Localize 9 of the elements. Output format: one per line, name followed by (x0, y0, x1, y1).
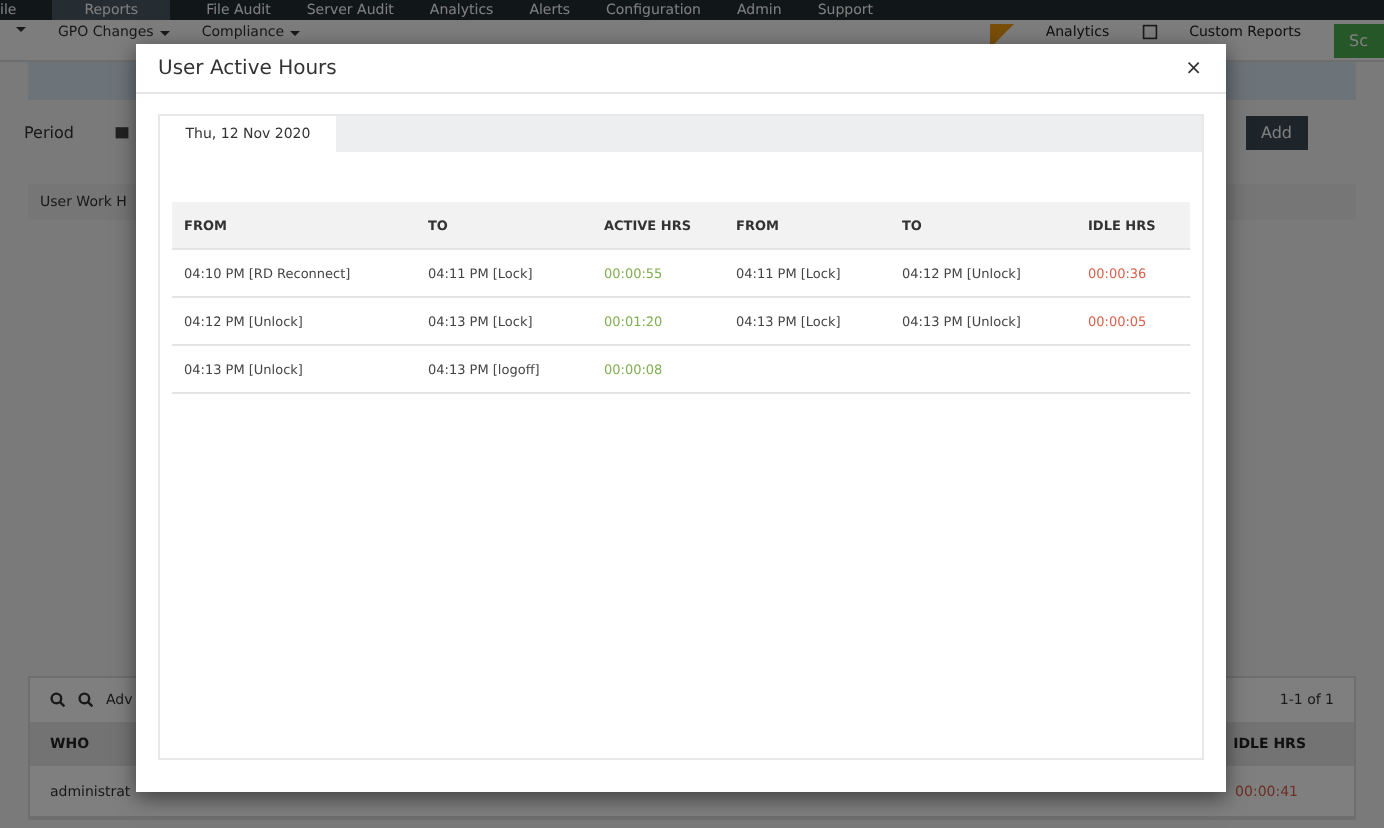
close-button[interactable]: × (1181, 57, 1206, 79)
caret-icon (16, 24, 26, 34)
period-label: Period (24, 123, 74, 141)
caret-icon (159, 27, 170, 37)
modal-title: User Active Hours (158, 57, 337, 79)
search-icon[interactable] (78, 692, 94, 708)
search-icon[interactable] (50, 692, 66, 708)
add-button[interactable]: Add (1245, 115, 1308, 149)
caret-icon (290, 27, 301, 37)
